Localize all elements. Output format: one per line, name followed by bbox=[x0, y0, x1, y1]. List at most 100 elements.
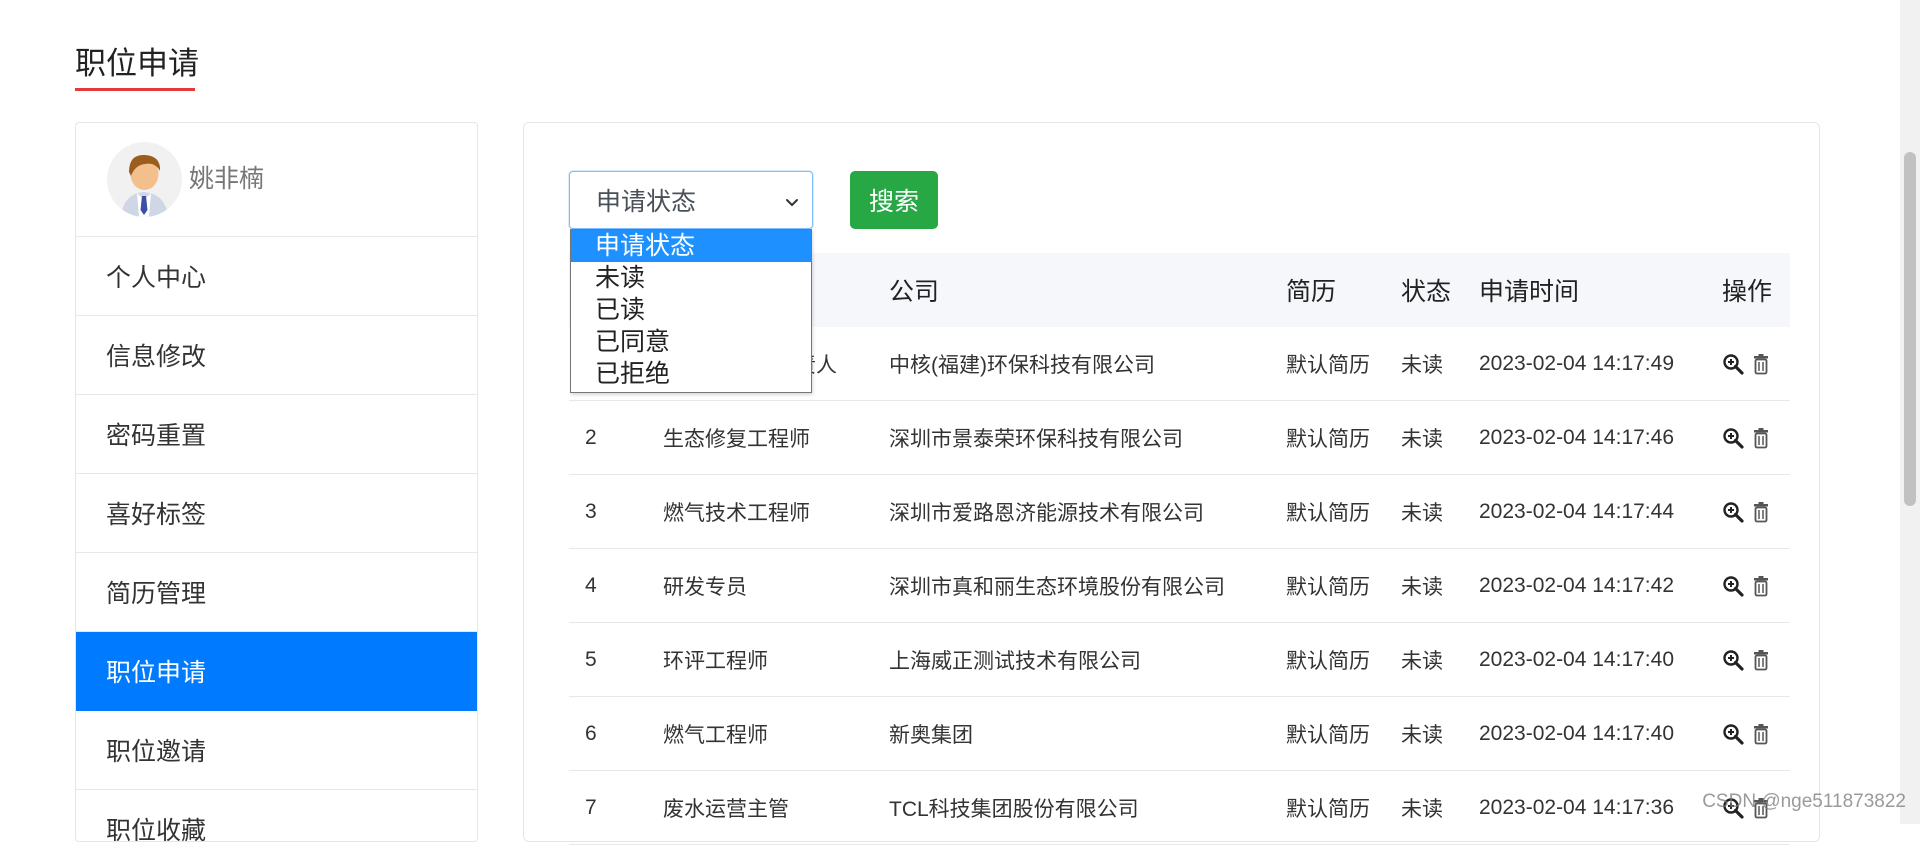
avatar[interactable] bbox=[107, 142, 182, 217]
cell-company[interactable]: 新奥集团 bbox=[889, 719, 973, 749]
table-row: 2 生态修复工程师 深圳市景泰荣环保科技有限公司 默认简历 未读 2023-02… bbox=[569, 401, 1790, 475]
cell-status: 未读 bbox=[1401, 575, 1443, 599]
header-company: 公司 bbox=[889, 278, 940, 306]
cell-company[interactable]: 中核(福建)环保科技有限公司 bbox=[889, 349, 1155, 379]
sidebar: 姚非楠 个人中心 信息修改 密码重置 喜好标签 简历管理 职位申请 职位邀请 职… bbox=[75, 122, 478, 842]
username: 姚非楠 bbox=[189, 165, 265, 193]
zoom-in-icon[interactable] bbox=[1722, 501, 1744, 523]
dropdown-option-unread[interactable]: 未读 bbox=[571, 262, 811, 294]
sidebar-item-resume-management[interactable]: 简历管理 bbox=[76, 553, 477, 632]
cell-time: 2023-02-04 14:17:46 bbox=[1479, 425, 1674, 449]
cell-no: 7 bbox=[585, 795, 597, 819]
status-select-value: 申请状态 bbox=[596, 188, 697, 216]
cell-position[interactable]: 燃气技术工程师 bbox=[663, 497, 810, 527]
sidebar-item-job-favorites[interactable]: 职位收藏 bbox=[76, 790, 477, 842]
trash-icon[interactable] bbox=[1750, 575, 1772, 597]
row-actions bbox=[1722, 575, 1772, 597]
cell-position[interactable]: 废水运营主管 bbox=[663, 793, 789, 823]
search-button[interactable]: 搜索 bbox=[850, 171, 938, 229]
sidebar-item-label: 职位收藏 bbox=[106, 817, 207, 842]
sidebar-item-label: 职位邀请 bbox=[106, 738, 207, 766]
zoom-in-icon[interactable] bbox=[1722, 649, 1744, 671]
cell-resume[interactable]: 默认简历 bbox=[1286, 645, 1370, 675]
cell-company[interactable]: 深圳市真和丽生态环境股份有限公司 bbox=[889, 571, 1225, 601]
cell-position[interactable]: 燃气工程师 bbox=[663, 719, 768, 749]
sidebar-item-label: 简历管理 bbox=[106, 580, 207, 608]
row-actions bbox=[1722, 353, 1772, 375]
watermark: CSDN @nge511873822 bbox=[1702, 791, 1906, 812]
trash-icon[interactable] bbox=[1750, 353, 1772, 375]
table-row: 3 燃气技术工程师 深圳市爱路恩济能源技术有限公司 默认简历 未读 2023-0… bbox=[569, 475, 1790, 549]
zoom-in-icon[interactable] bbox=[1722, 427, 1744, 449]
cell-time: 2023-02-04 14:17:40 bbox=[1479, 721, 1674, 745]
scrollbar-thumb[interactable] bbox=[1904, 152, 1916, 506]
sidebar-item-label: 职位申请 bbox=[106, 659, 207, 687]
table-row: 6 燃气工程师 新奥集团 默认简历 未读 2023-02-04 14:17:40 bbox=[569, 697, 1790, 771]
cell-time: 2023-02-04 14:17:44 bbox=[1479, 499, 1674, 523]
table-row: 4 研发专员 深圳市真和丽生态环境股份有限公司 默认简历 未读 2023-02-… bbox=[569, 549, 1790, 623]
cell-company[interactable]: 深圳市景泰荣环保科技有限公司 bbox=[889, 423, 1183, 453]
table-row: 5 环评工程师 上海威正测试技术有限公司 默认简历 未读 2023-02-04 … bbox=[569, 623, 1790, 697]
cell-position[interactable]: 生态修复工程师 bbox=[663, 423, 810, 453]
cell-no: 2 bbox=[585, 425, 597, 449]
dropdown-option-all[interactable]: 申请状态 bbox=[571, 230, 811, 262]
zoom-in-icon[interactable] bbox=[1722, 575, 1744, 597]
chevron-down-icon bbox=[782, 190, 802, 210]
cell-position[interactable]: 环评工程师 bbox=[663, 645, 768, 675]
cell-company[interactable]: TCL科技集团股份有限公司 bbox=[889, 793, 1139, 823]
sidebar-item-info-edit[interactable]: 信息修改 bbox=[76, 316, 477, 395]
status-dropdown-menu: 申请状态 未读 已读 已同意 已拒绝 bbox=[570, 229, 812, 393]
cell-company[interactable]: 深圳市爱路恩济能源技术有限公司 bbox=[889, 497, 1204, 527]
trash-icon[interactable] bbox=[1750, 501, 1772, 523]
header-ops: 操作 bbox=[1722, 278, 1773, 306]
cell-resume[interactable]: 默认简历 bbox=[1286, 719, 1370, 749]
zoom-in-icon[interactable] bbox=[1722, 353, 1744, 375]
status-select[interactable]: 申请状态 bbox=[569, 171, 813, 229]
cell-no: 6 bbox=[585, 721, 597, 745]
page-scrollbar[interactable] bbox=[1900, 0, 1920, 824]
cell-no: 5 bbox=[585, 647, 597, 671]
row-actions bbox=[1722, 427, 1772, 449]
sidebar-item-password-reset[interactable]: 密码重置 bbox=[76, 395, 477, 474]
row-actions bbox=[1722, 723, 1772, 745]
sidebar-item-label: 喜好标签 bbox=[106, 501, 207, 529]
main-panel: 申请状态 搜索 公司 简历 状态 申请时间 操作 责人 中核(福建)环保科技有限… bbox=[523, 122, 1820, 845]
trash-icon[interactable] bbox=[1750, 723, 1772, 745]
row-actions bbox=[1722, 501, 1772, 523]
cell-status: 未读 bbox=[1401, 797, 1443, 821]
cell-resume[interactable]: 默认简历 bbox=[1286, 497, 1370, 527]
cell-status: 未读 bbox=[1401, 353, 1443, 377]
title-underline bbox=[75, 88, 195, 91]
sidebar-item-job-invitations[interactable]: 职位邀请 bbox=[76, 711, 477, 790]
cell-resume[interactable]: 默认简历 bbox=[1286, 793, 1370, 823]
dropdown-option-rejected[interactable]: 已拒绝 bbox=[571, 358, 811, 390]
dropdown-option-accepted[interactable]: 已同意 bbox=[571, 326, 811, 358]
cell-time: 2023-02-04 14:17:40 bbox=[1479, 647, 1674, 671]
cell-no: 4 bbox=[585, 573, 597, 597]
header-status: 状态 bbox=[1401, 278, 1452, 306]
cell-time: 2023-02-04 14:17:49 bbox=[1479, 351, 1674, 375]
cell-resume[interactable]: 默认简历 bbox=[1286, 423, 1370, 453]
sidebar-item-preference-tags[interactable]: 喜好标签 bbox=[76, 474, 477, 553]
cell-resume[interactable]: 默认简历 bbox=[1286, 571, 1370, 601]
table-row: 7 废水运营主管 TCL科技集团股份有限公司 默认简历 未读 2023-02-0… bbox=[569, 771, 1790, 845]
profile-card: 姚非楠 bbox=[76, 123, 477, 237]
cell-status: 未读 bbox=[1401, 649, 1443, 673]
sidebar-item-personal-center[interactable]: 个人中心 bbox=[76, 237, 477, 316]
trash-icon[interactable] bbox=[1750, 427, 1772, 449]
zoom-in-icon[interactable] bbox=[1722, 723, 1744, 745]
page-title: 职位申请 bbox=[75, 46, 199, 81]
sidebar-item-label: 密码重置 bbox=[106, 422, 207, 450]
cell-position[interactable]: 研发专员 bbox=[663, 571, 747, 601]
sidebar-item-label: 信息修改 bbox=[106, 343, 207, 371]
dropdown-option-read[interactable]: 已读 bbox=[571, 294, 811, 326]
cell-time: 2023-02-04 14:17:42 bbox=[1479, 573, 1674, 597]
trash-icon[interactable] bbox=[1750, 649, 1772, 671]
cell-company[interactable]: 上海威正测试技术有限公司 bbox=[889, 645, 1141, 675]
cell-status: 未读 bbox=[1401, 501, 1443, 525]
header-resume: 简历 bbox=[1286, 278, 1337, 306]
cell-no: 3 bbox=[585, 499, 597, 523]
cell-resume[interactable]: 默认简历 bbox=[1286, 349, 1370, 379]
cell-status: 未读 bbox=[1401, 723, 1443, 747]
sidebar-item-job-applications[interactable]: 职位申请 bbox=[76, 632, 477, 711]
